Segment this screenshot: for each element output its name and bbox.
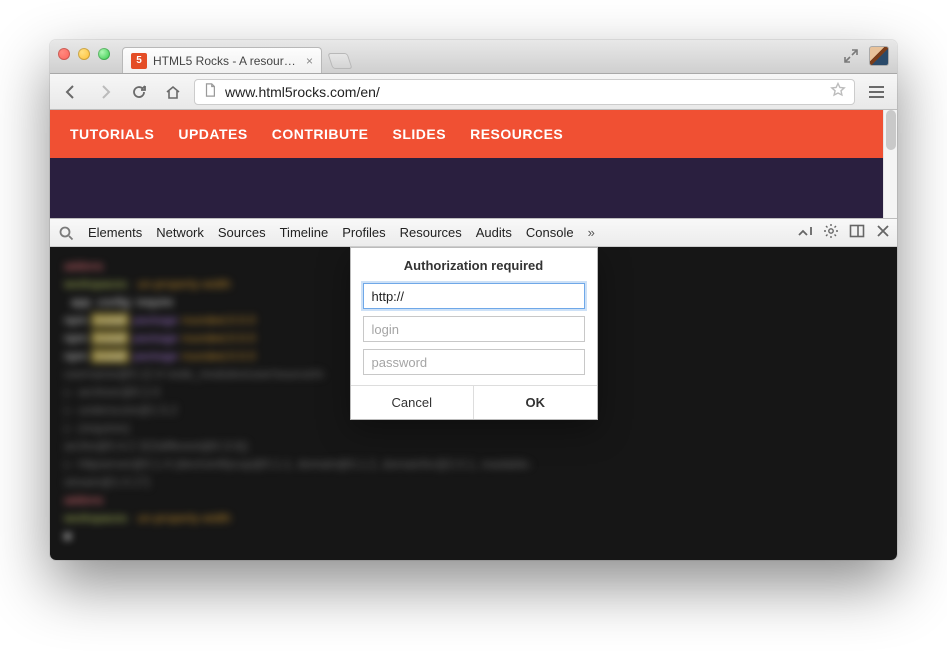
window-controls	[58, 40, 110, 73]
auth-url-input[interactable]	[363, 283, 585, 309]
devtools-panel: Elements Network Sources Timeline Profil…	[50, 218, 897, 560]
html5-favicon-icon	[131, 53, 147, 69]
minimize-window-icon[interactable]	[78, 48, 90, 60]
devtools-overflow-icon[interactable]: »	[588, 225, 595, 240]
devtools-tab-timeline[interactable]: Timeline	[280, 225, 329, 240]
devtools-tabbar: Elements Network Sources Timeline Profil…	[50, 219, 897, 247]
nav-item-resources[interactable]: RESOURCES	[470, 126, 563, 142]
back-button[interactable]	[58, 80, 84, 104]
forward-button[interactable]	[92, 80, 118, 104]
nav-item-slides[interactable]: SLIDES	[393, 126, 447, 142]
page-content: TUTORIALS UPDATES CONTRIBUTE SLIDES RESO…	[50, 110, 897, 218]
show-drawer-icon[interactable]	[797, 223, 813, 242]
url-text: www.html5rocks.com/en/	[225, 84, 822, 100]
auth-password-input[interactable]	[363, 349, 585, 375]
devtools-tab-sources[interactable]: Sources	[218, 225, 266, 240]
reload-button[interactable]	[126, 80, 152, 104]
nav-item-contribute[interactable]: CONTRIBUTE	[272, 126, 369, 142]
page-icon	[203, 83, 217, 100]
ok-button[interactable]: OK	[474, 386, 597, 419]
modal-title: Authorization required	[351, 248, 597, 283]
devtools-body: addons workspaces un-property-width app …	[50, 247, 897, 560]
devtools-tab-console[interactable]: Console	[526, 225, 574, 240]
auth-login-input[interactable]	[363, 316, 585, 342]
profile-avatar[interactable]	[869, 46, 889, 66]
site-nav: TUTORIALS UPDATES CONTRIBUTE SLIDES RESO…	[50, 110, 897, 158]
dock-side-icon[interactable]	[849, 223, 865, 242]
bookmark-star-icon[interactable]	[830, 82, 846, 101]
new-tab-button[interactable]	[327, 53, 352, 69]
hero-banner	[50, 158, 897, 218]
close-devtools-icon[interactable]	[875, 223, 891, 242]
settings-gear-icon[interactable]	[823, 223, 839, 242]
devtools-tab-network[interactable]: Network	[156, 225, 204, 240]
tab-strip: HTML5 Rocks - A resource... ×	[50, 40, 897, 74]
auth-modal: Authorization required Cancel OK	[350, 247, 598, 420]
page-scrollbar[interactable]	[883, 110, 897, 218]
browser-toolbar: www.html5rocks.com/en/	[50, 74, 897, 110]
tab-title: HTML5 Rocks - A resource...	[153, 54, 300, 68]
browser-window: HTML5 Rocks - A resource... ×	[50, 40, 897, 560]
devtools-tab-audits[interactable]: Audits	[476, 225, 512, 240]
home-button[interactable]	[160, 80, 186, 104]
close-window-icon[interactable]	[58, 48, 70, 60]
inspect-icon[interactable]	[58, 225, 74, 241]
fullscreen-icon[interactable]	[843, 48, 859, 64]
devtools-tab-resources[interactable]: Resources	[400, 225, 462, 240]
browser-tab[interactable]: HTML5 Rocks - A resource... ×	[122, 47, 322, 73]
devtools-tab-profiles[interactable]: Profiles	[342, 225, 385, 240]
chrome-menu-button[interactable]	[863, 80, 889, 104]
address-bar[interactable]: www.html5rocks.com/en/	[194, 79, 855, 105]
cancel-button[interactable]: Cancel	[351, 386, 475, 419]
nav-item-tutorials[interactable]: TUTORIALS	[70, 126, 154, 142]
zoom-window-icon[interactable]	[98, 48, 110, 60]
devtools-tab-elements[interactable]: Elements	[88, 225, 142, 240]
close-tab-icon[interactable]: ×	[306, 54, 313, 68]
nav-item-updates[interactable]: UPDATES	[178, 126, 247, 142]
